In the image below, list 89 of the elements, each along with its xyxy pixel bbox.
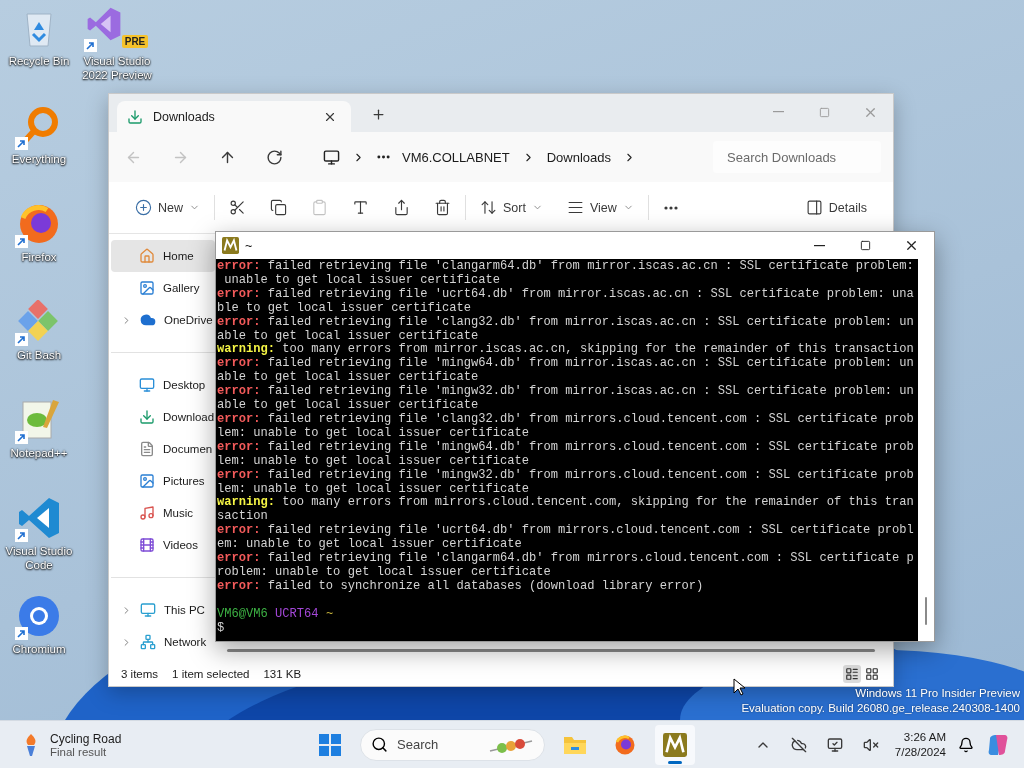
download-icon (127, 108, 143, 125)
copy-icon (270, 199, 287, 216)
maximize-icon (818, 106, 830, 118)
sidebar-item[interactable]: Gallery (111, 272, 215, 304)
terminal-line: error: failed to synchronize all databases (download library error) (217, 579, 705, 594)
windows-logo-icon (319, 733, 341, 756)
search-field[interactable]: Search Downloads (713, 141, 881, 173)
picture-icon (139, 473, 155, 489)
breadcrumb-item[interactable]: Downloads (546, 149, 611, 165)
more-icon (662, 205, 679, 210)
picture-icon (139, 280, 155, 296)
search-icon (371, 736, 388, 753)
monitor-icon (826, 736, 843, 753)
build-notice: Evaluation copy. Build 26080.ge_release.240308-1400 (741, 701, 1020, 716)
sort-arrows-icon (480, 199, 497, 216)
sidebar-item[interactable]: Music (111, 497, 215, 529)
taskbar-search-field[interactable]: Search (360, 728, 545, 761)
sidebar-item[interactable]: Videos (111, 529, 215, 561)
plus-circle-icon (135, 199, 152, 216)
prompt-symbol: $ (217, 621, 226, 636)
breadcrumb-item[interactable]: VM6.COLLABNET (402, 149, 510, 165)
sidebar-item[interactable]: Home (111, 240, 215, 272)
sidebar-item[interactable]: Desktop (111, 369, 215, 401)
clock[interactable]: 3:26 AM 7/28/2024 (894, 729, 946, 760)
cloud-off-icon (790, 736, 807, 753)
music-icon (139, 505, 155, 521)
sort-button[interactable]: Sort (476, 195, 547, 220)
terminal-taskbar-button[interactable] (655, 724, 695, 765)
monitor-icon (139, 377, 155, 393)
sidebar-item[interactable]: Pictures (111, 465, 215, 497)
prompt-line: VM6@VM6 UCRT64 ~ (217, 607, 335, 622)
widget-title: Cycling Road (50, 731, 122, 746)
edition-notice: Windows 11 Pro Insider Preview (855, 686, 1020, 701)
lines-icon (566, 199, 584, 216)
new-button[interactable]: New (131, 195, 204, 220)
volume-muted-icon (862, 736, 879, 753)
plus-icon (371, 107, 386, 122)
scissors-icon (229, 199, 246, 216)
list-view-icon (845, 667, 859, 681)
tab-title: Downloads (153, 109, 216, 124)
grid-view-icon (865, 667, 879, 681)
sidebar-item[interactable]: Download (111, 401, 215, 433)
details-button[interactable]: Details (801, 195, 871, 220)
panel-icon (805, 199, 823, 216)
explorer-tab[interactable]: Downloads (117, 101, 351, 132)
selection-status: 1 item selected (172, 668, 250, 680)
monitor-icon (323, 148, 340, 166)
monitor-icon (140, 602, 156, 618)
home-icon (139, 248, 155, 264)
sidebar-item[interactable]: This PC (111, 594, 215, 626)
network-icon (140, 634, 156, 650)
item-count: 3 items (121, 668, 159, 680)
clipboard-icon (311, 199, 328, 216)
cloud-icon (140, 312, 156, 328)
msys-logo-icon (663, 732, 687, 757)
ribbon-icon[interactable] (17, 496, 61, 540)
ring-icon[interactable] (17, 594, 61, 638)
minimize-icon (772, 111, 784, 113)
more-icon (377, 155, 390, 159)
tiles-view-button[interactable] (863, 665, 881, 683)
download-icon (139, 409, 155, 425)
horizontal-scrollbar[interactable] (227, 649, 875, 652)
ribbon-icon[interactable] (85, 6, 122, 42)
copilot-icon[interactable] (986, 732, 1010, 757)
selection-size: 131 KB (263, 668, 302, 680)
weather-widget[interactable]: Cycling Road Final result (0, 731, 310, 758)
maximize-icon (859, 240, 871, 251)
view-button[interactable]: View (562, 195, 638, 220)
film-icon (139, 537, 155, 553)
trash-icon (434, 199, 451, 216)
share-icon (393, 199, 410, 216)
sidebar-item[interactable]: OneDrive (111, 304, 215, 336)
window-title: ~ (245, 238, 253, 253)
refresh-icon (266, 148, 283, 166)
notification-bell-icon[interactable] (958, 736, 974, 753)
sidebar-item[interactable]: Network (111, 626, 215, 658)
minimize-icon (813, 244, 825, 247)
globe-fox-icon[interactable] (17, 202, 61, 246)
active-indicator (668, 760, 682, 764)
preview-badge: PRE (121, 35, 149, 48)
document-icon (139, 441, 155, 457)
vertical-scrollbar[interactable] (925, 597, 927, 625)
sidebar-item[interactable]: Documen (111, 433, 215, 465)
widget-subtitle: Final result (50, 745, 108, 758)
globe-fox-icon (614, 733, 636, 756)
terminal-line: warning: too many errors from mirror.iscas.ac.cn, skipping for the remainder of this transaction (217, 343, 915, 357)
details-view-button[interactable] (843, 665, 861, 683)
msys-logo-icon (222, 237, 239, 254)
rename-icon (352, 199, 369, 216)
